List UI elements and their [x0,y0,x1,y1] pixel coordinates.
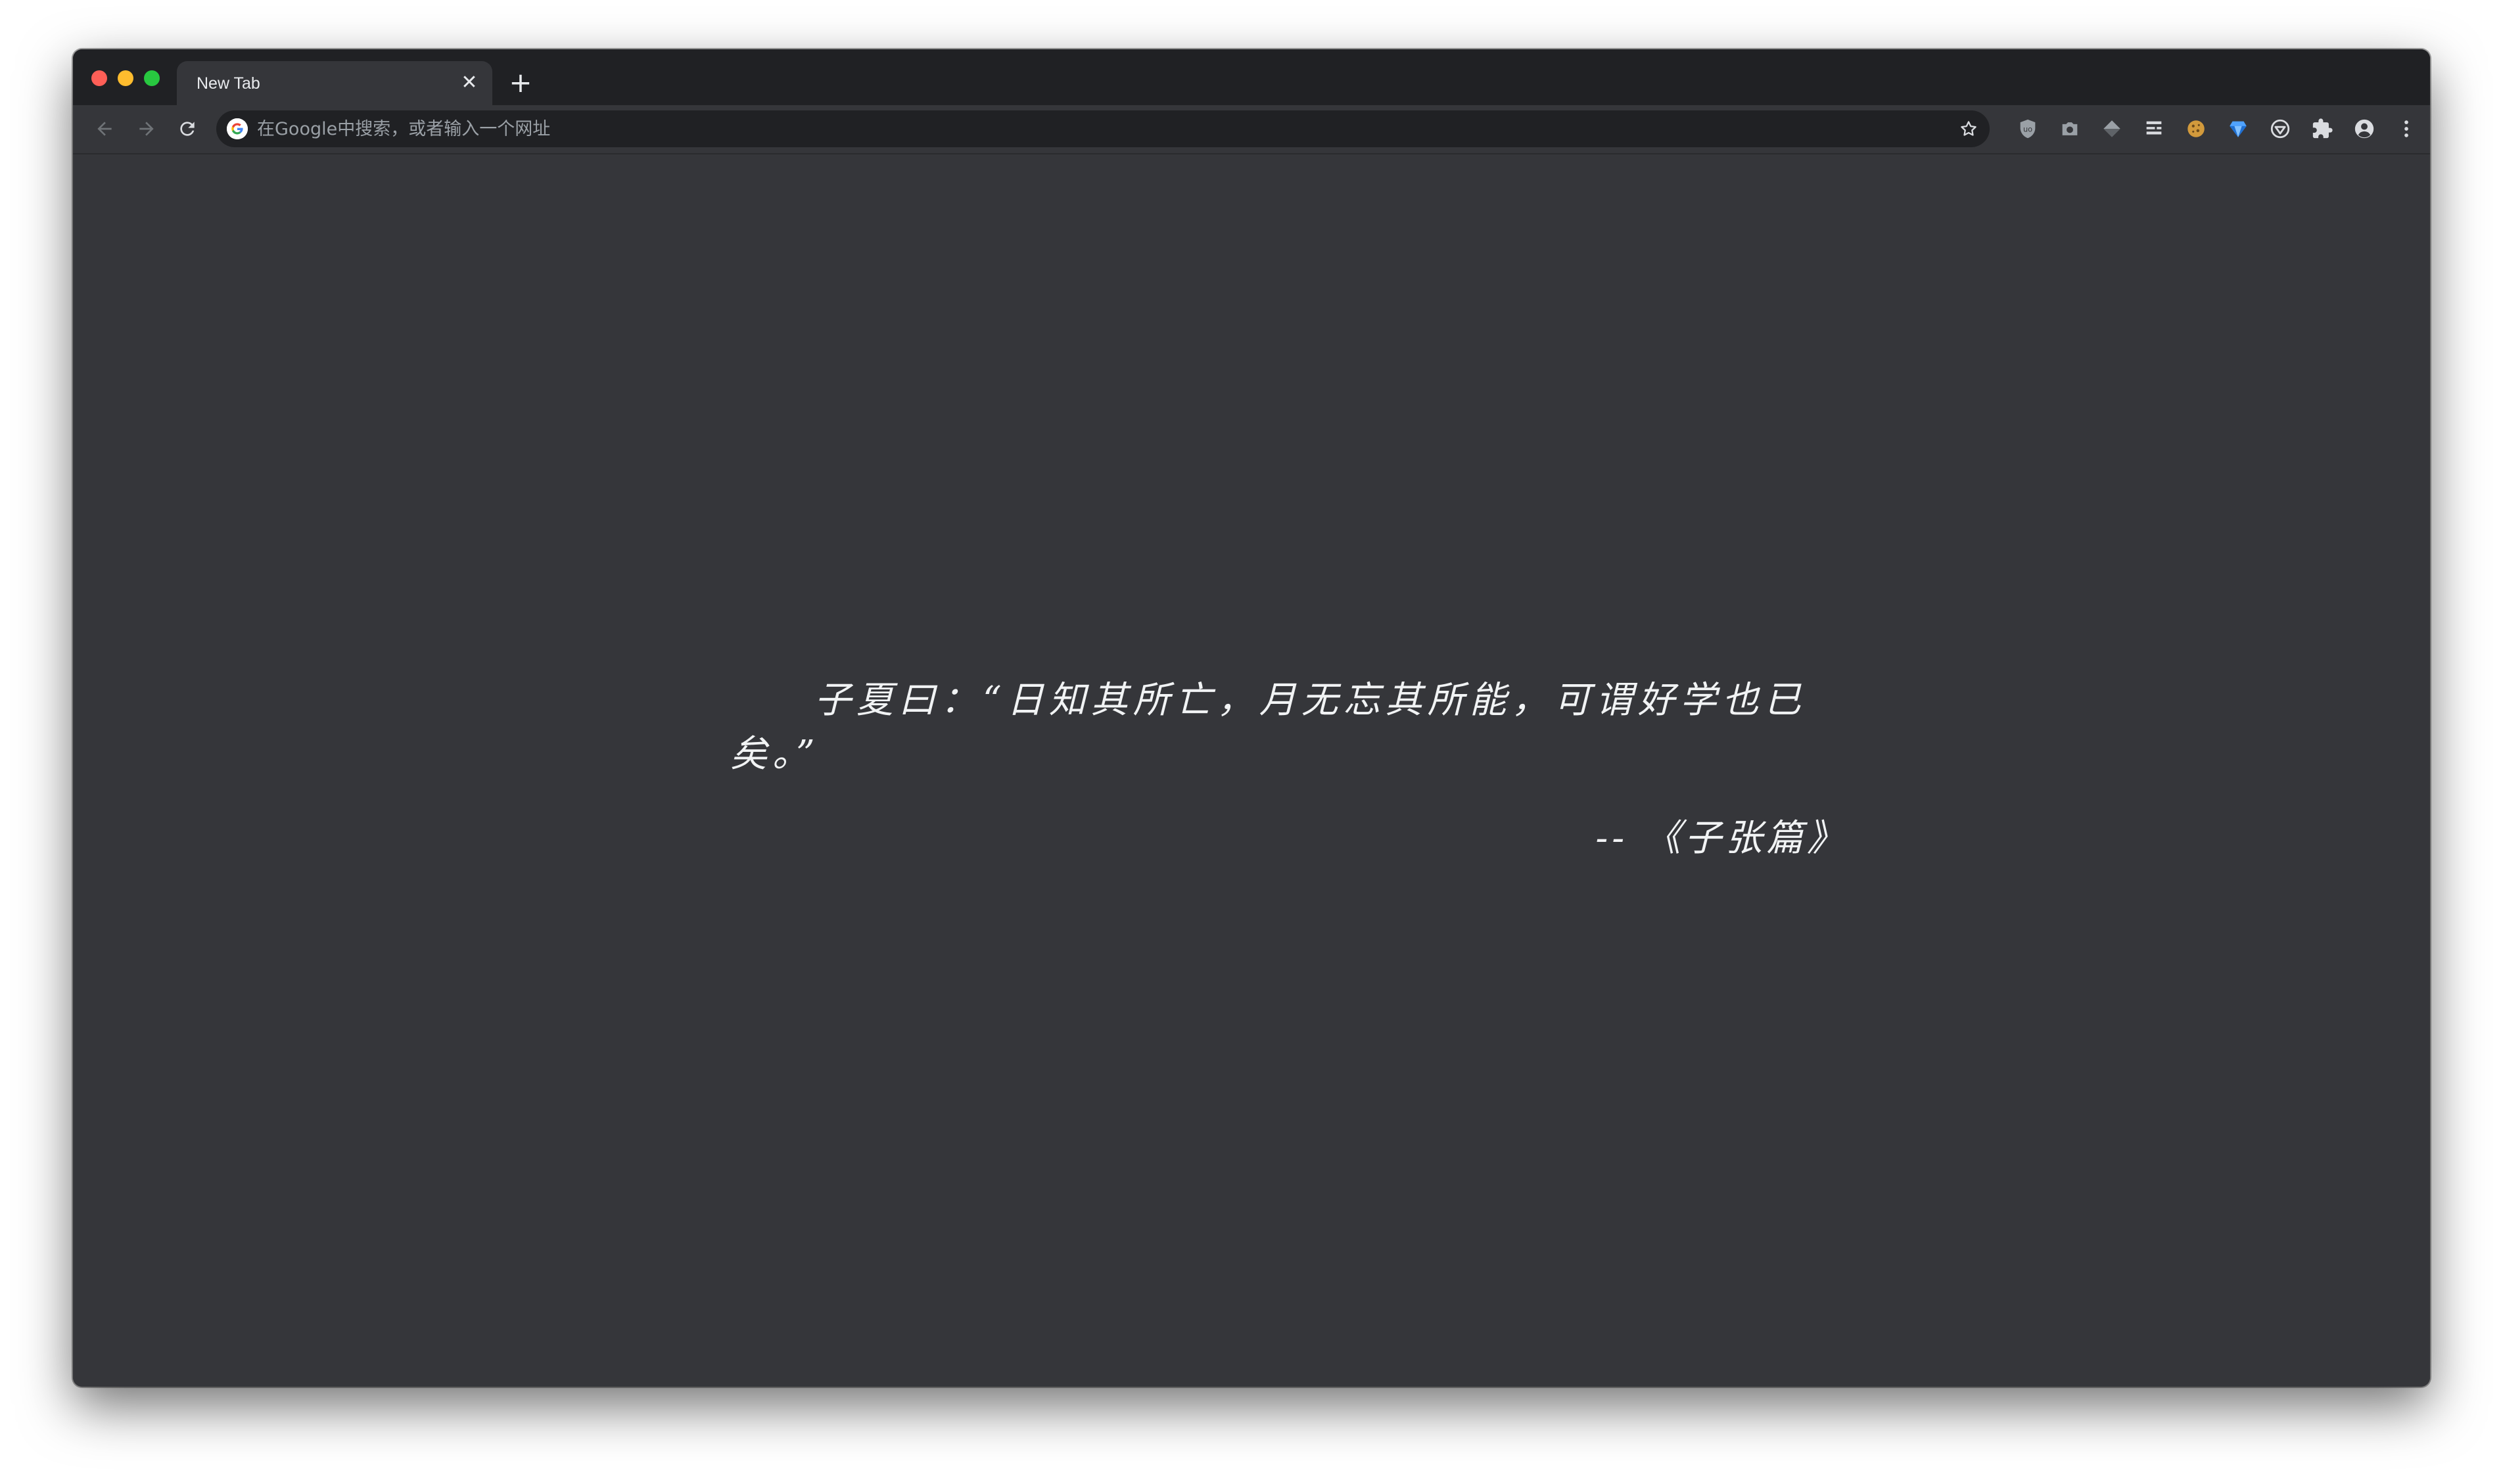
quote-attribution: -- 《子张篇》 [1595,817,1848,860]
tab-new-tab[interactable]: New Tab ✕ [177,61,492,105]
vpn-extension-icon[interactable] [2267,116,2293,142]
reader-extension-icon[interactable] [2141,116,2167,142]
kebab-menu-icon[interactable] [2393,116,2420,142]
gem-extension-icon[interactable] [2225,116,2251,142]
tab-title: New Tab [197,74,260,93]
back-button[interactable] [89,113,120,145]
minimize-window-button[interactable] [118,70,133,86]
camera-extension-icon[interactable] [2057,116,2083,142]
tab-close-icon[interactable]: ✕ [458,72,480,94]
cookie-extension-icon[interactable] [2183,116,2209,142]
quote-text: 子夏曰：“日知其所亡，月无忘其所能，可谓好学也已矣。” [730,679,1806,776]
star-icon [1961,121,1977,136]
layers-extension-icon[interactable] [2099,116,2125,142]
new-tab-page: 子夏曰：“日知其所亡，月无忘其所能，可谓好学也已矣。” -- 《子张篇》 [73,154,2430,1387]
toolbar: uo [73,105,2430,154]
arrow-left-icon [97,122,112,136]
bookmark-button[interactable] [1957,117,1980,141]
arrow-right-icon [139,122,154,136]
shield-extension-icon[interactable]: uo [2015,116,2041,142]
title-bar: New Tab ✕ + [73,49,2430,105]
google-icon [227,118,248,139]
puzzle-extensions-icon[interactable] [2309,116,2335,142]
svg-text:uo: uo [2023,124,2032,133]
new-tab-button[interactable]: + [504,66,537,99]
zoom-window-button[interactable] [144,70,160,86]
close-window-button[interactable] [91,70,107,86]
omnibox-input[interactable] [257,110,1900,147]
profile-icon[interactable] [2351,116,2377,142]
forward-button[interactable] [131,113,162,145]
reload-icon [180,122,195,136]
omnibox[interactable] [216,110,1990,147]
browser-window: New Tab ✕ + 在Google中搜索，或者输入一个网址 uo 子夏曰：“… [73,49,2430,1387]
reload-button[interactable] [172,113,203,145]
